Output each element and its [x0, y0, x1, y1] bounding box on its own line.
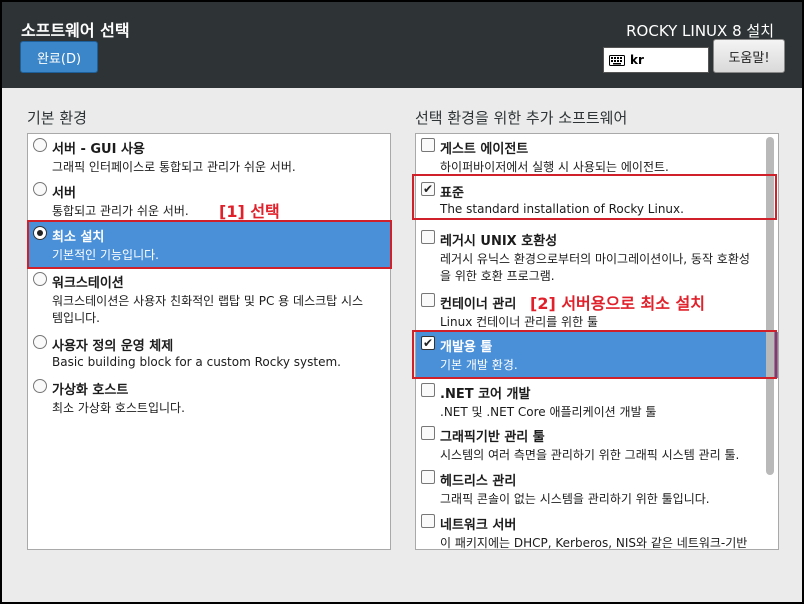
env-title: 워크스테이션 [52, 276, 124, 291]
radio-button[interactable] [33, 182, 47, 196]
env-title: 서버 - GUI 사용 [52, 142, 145, 157]
radio-button[interactable] [33, 335, 47, 349]
env-description: 워크스테이션은 사용자 친화적인 랩탑 및 PC 용 데스크탑 시스 [52, 294, 364, 308]
addon-description: 시스템의 여러 측면을 관리하기 위한 그래픽 시스템 관리 툴. [440, 448, 740, 462]
annotation-box-minimal [27, 220, 392, 269]
env-description: 그래픽 인터페이스로 통합되고 관리가 쉬운 서버. [52, 160, 296, 174]
done-button[interactable]: 완료(D) [20, 41, 98, 73]
env-title: 서버 [52, 186, 76, 201]
addon-dotnet-core[interactable]: .NET 코어 개발 .NET 및 .NET Core 애플리케이션 개발 툴 [416, 379, 778, 423]
env-description: 통합되고 관리가 쉬운 서버. [52, 204, 189, 218]
addon-guest-agents[interactable]: 게스트 에이전트 하이퍼바이저에서 실행 시 사용되는 에이전트. [416, 134, 778, 178]
addon-network-servers[interactable]: 네트워크 서버 이 패키지에는 DHCP, Kerberos, NIS와 같은 … [416, 510, 778, 550]
checkbox[interactable] [421, 383, 435, 397]
addon-description: Linux 컨테이너 관리를 위한 툴 [440, 315, 598, 329]
annotation-box-devtools [412, 330, 777, 379]
addon-description: 레거시 유닉스 환경으로부터의 마이그레이션이나, 동작 호환성 [440, 252, 750, 266]
product-title: ROCKY LINUX 8 설치 [626, 22, 774, 40]
header-bar: 소프트웨어 선택 완료(D) ROCKY LINUX 8 설치 kr 도움말! [2, 2, 802, 88]
addon-legacy-unix[interactable]: 레거시 UNIX 호환성 레거시 유닉스 환경으로부터의 마이그레이션이나, 동… [416, 226, 778, 288]
addon-description: 그래픽 콘솔이 없는 시스템을 관리하기 위한 툴입니다. [440, 492, 710, 506]
checkbox[interactable] [421, 138, 435, 152]
env-option-custom-os[interactable]: 사용자 정의 운영 체제 Basic building block for a … [28, 331, 390, 375]
checkbox[interactable] [421, 426, 435, 440]
addon-software-heading: 선택 환경을 위한 추가 소프트웨어 [415, 109, 628, 127]
addon-description: 하이퍼바이저에서 실행 시 사용되는 에이전트. [440, 160, 669, 174]
addon-graphical-admin-tools[interactable]: 그래픽기반 관리 툴 시스템의 여러 측면을 관리하기 위한 그래픽 시스템 관… [416, 422, 778, 466]
env-description: 최소 가상화 호스트입니다. [52, 401, 185, 415]
keyboard-icon [609, 54, 625, 66]
env-option-server[interactable]: 서버 통합되고 관리가 쉬운 서버. [28, 178, 390, 222]
addon-description-cont: 을 위한 호환 프로그램. [440, 269, 555, 283]
env-title: 가상화 호스트 [52, 383, 129, 398]
addon-title: 그래픽기반 관리 툴 [440, 430, 545, 445]
base-environment-heading: 기본 환경 [27, 109, 87, 127]
env-title: 사용자 정의 운영 체제 [52, 339, 174, 354]
radio-button[interactable] [33, 138, 47, 152]
addon-title: 게스트 에이전트 [440, 142, 529, 157]
addon-title: .NET 코어 개발 [440, 387, 531, 402]
env-option-workstation[interactable]: 워크스테이션 워크스테이션은 사용자 친화적인 랩탑 및 PC 용 데스크탑 시… [28, 268, 390, 330]
addon-title: 네트워크 서버 [440, 518, 517, 533]
help-button[interactable]: 도움말! [713, 39, 785, 73]
base-environment-list: 서버 - GUI 사용 그래픽 인터페이스로 통합되고 관리가 쉬운 서버. 서… [27, 133, 391, 550]
annotation-step2-label: [2] 서버용으로 최소 설치 [530, 294, 705, 313]
checkbox[interactable] [421, 230, 435, 244]
env-option-virtualization-host[interactable]: 가상화 호스트 최소 가상화 호스트입니다. [28, 375, 390, 419]
env-description: Basic building block for a custom Rocky … [52, 355, 341, 369]
env-option-server-gui[interactable]: 서버 - GUI 사용 그래픽 인터페이스로 통합되고 관리가 쉬운 서버. [28, 134, 390, 178]
radio-button[interactable] [33, 272, 47, 286]
addon-description: .NET 및 .NET Core 애플리케이션 개발 툴 [440, 405, 657, 419]
keyboard-layout-label: kr [630, 53, 644, 67]
addon-headless-management[interactable]: 헤드리스 관리 그래픽 콘솔이 없는 시스템을 관리하기 위한 툴입니다. [416, 466, 778, 510]
addon-description: 이 패키지에는 DHCP, Kerberos, NIS와 같은 네트워크-기반 [440, 536, 748, 550]
env-description-cont: 템입니다. [52, 311, 100, 325]
checkbox[interactable] [421, 293, 435, 307]
addon-title: 컨테이너 관리 [440, 297, 517, 312]
annotation-box-standard [412, 174, 777, 220]
radio-button[interactable] [33, 379, 47, 393]
addon-title: 헤드리스 관리 [440, 474, 517, 489]
checkbox[interactable] [421, 514, 435, 528]
annotation-step1-label: [1] 선택 [219, 202, 280, 221]
installer-window: 소프트웨어 선택 완료(D) ROCKY LINUX 8 설치 kr 도움말! … [0, 0, 804, 604]
keyboard-layout-indicator[interactable]: kr [603, 47, 709, 73]
page-title: 소프트웨어 선택 [21, 21, 130, 40]
addon-title: 레거시 UNIX 호환성 [440, 234, 558, 249]
checkbox[interactable] [421, 470, 435, 484]
